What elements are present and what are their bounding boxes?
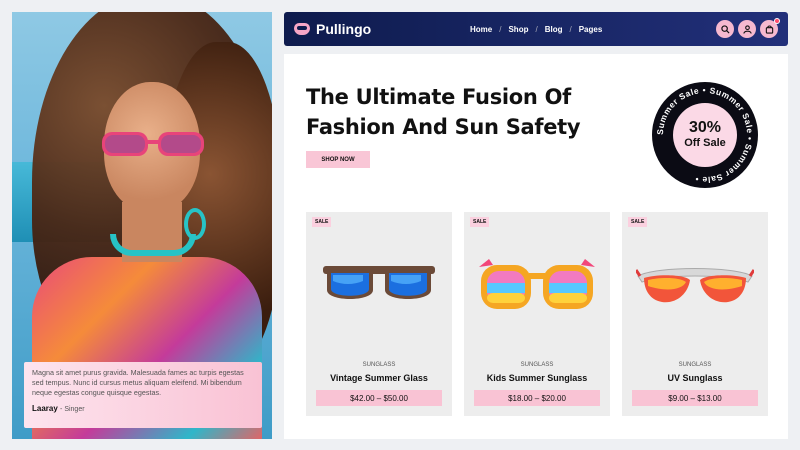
nav-icon-group <box>716 18 780 38</box>
testimonial-author: Laaray <box>32 404 58 413</box>
shop-now-button[interactable]: SHOP NOW <box>306 151 370 168</box>
user-icon[interactable] <box>738 20 756 38</box>
brand-name: Pullingo <box>316 21 372 37</box>
product-image <box>630 242 760 332</box>
nav-home[interactable]: Home <box>470 25 492 34</box>
product-category: SUNGLASS <box>678 362 712 368</box>
product-category: SUNGLASS <box>520 362 554 368</box>
necklace <box>110 234 196 256</box>
top-navbar: Pullingo Home / Shop / Blog / Pages <box>284 12 788 46</box>
headline-line-2: Fashion And Sun Safety <box>306 115 581 139</box>
product-price: $42.00 – $50.00 <box>316 390 442 406</box>
main-content: The Ultimate Fusion Of Fashion And Sun S… <box>284 54 788 439</box>
product-name[interactable]: UV Sunglass <box>622 373 768 383</box>
nav-separator: / <box>569 24 572 34</box>
product-card[interactable]: SALE SUNGLASS Kids Summer Sunglass $18.0… <box>464 212 610 416</box>
sunglasses-illustration <box>636 268 754 303</box>
product-price: $18.00 – $20.00 <box>474 390 600 406</box>
product-card[interactable]: SALE SUNGLASS Vintage Summer Glass $42.0… <box>306 212 452 416</box>
product-category: SUNGLASS <box>362 362 396 368</box>
product-name[interactable]: Kids Summer Sunglass <box>464 373 610 383</box>
nav-pages[interactable]: Pages <box>579 25 603 34</box>
summer-sale-badge: Summer Sale • Summer Sale • Summer Sale … <box>652 82 758 188</box>
logo-icon <box>294 23 310 35</box>
sunglasses-illustration <box>323 266 435 299</box>
sale-badge: SALE <box>628 217 648 227</box>
sale-badge: SALE <box>470 217 490 227</box>
testimonial-card: Magna sit amet purus gravida. Malesuada … <box>24 362 262 428</box>
nav-separator: / <box>535 24 538 34</box>
earring <box>184 208 206 240</box>
cart-icon[interactable] <box>760 18 780 38</box>
product-price: $9.00 – $13.00 <box>632 390 758 406</box>
product-image <box>314 242 444 332</box>
search-icon[interactable] <box>716 20 734 38</box>
testimonial-text: Magna sit amet purus gravida. Malesuada … <box>32 368 244 397</box>
nav-separator: / <box>499 24 502 34</box>
sunglasses-illustration <box>479 259 595 309</box>
badge-ring-label: Summer Sale • Summer Sale • Summer Sale … <box>655 85 755 185</box>
cart-count-dot <box>774 18 780 24</box>
headline-line-1: The Ultimate Fusion Of <box>306 85 571 109</box>
sale-badge: SALE <box>312 217 332 227</box>
nav-shop[interactable]: Shop <box>508 25 528 34</box>
main-menu: Home / Shop / Blog / Pages <box>470 12 602 46</box>
badge-ring-text: Summer Sale • Summer Sale • Summer Sale … <box>655 85 755 185</box>
nav-blog[interactable]: Blog <box>545 25 563 34</box>
brand-logo[interactable]: Pullingo <box>294 21 371 37</box>
svg-text:Summer Sale • Summer Sale • Su: Summer Sale • Summer Sale • Summer Sale … <box>655 85 755 185</box>
hero-photo: Magna sit amet purus gravida. Malesuada … <box>12 12 272 439</box>
model-sunglasses <box>102 132 204 156</box>
testimonial-role: Singer <box>64 406 85 413</box>
product-image <box>472 242 602 332</box>
product-name[interactable]: Vintage Summer Glass <box>306 373 452 383</box>
testimonial-signature: Laaray - Singer <box>32 404 85 413</box>
hero-headline: The Ultimate Fusion Of Fashion And Sun S… <box>306 82 581 142</box>
product-card[interactable]: SALE SUNGLASS UV Sunglass $9.00 – $13.00 <box>622 212 768 416</box>
